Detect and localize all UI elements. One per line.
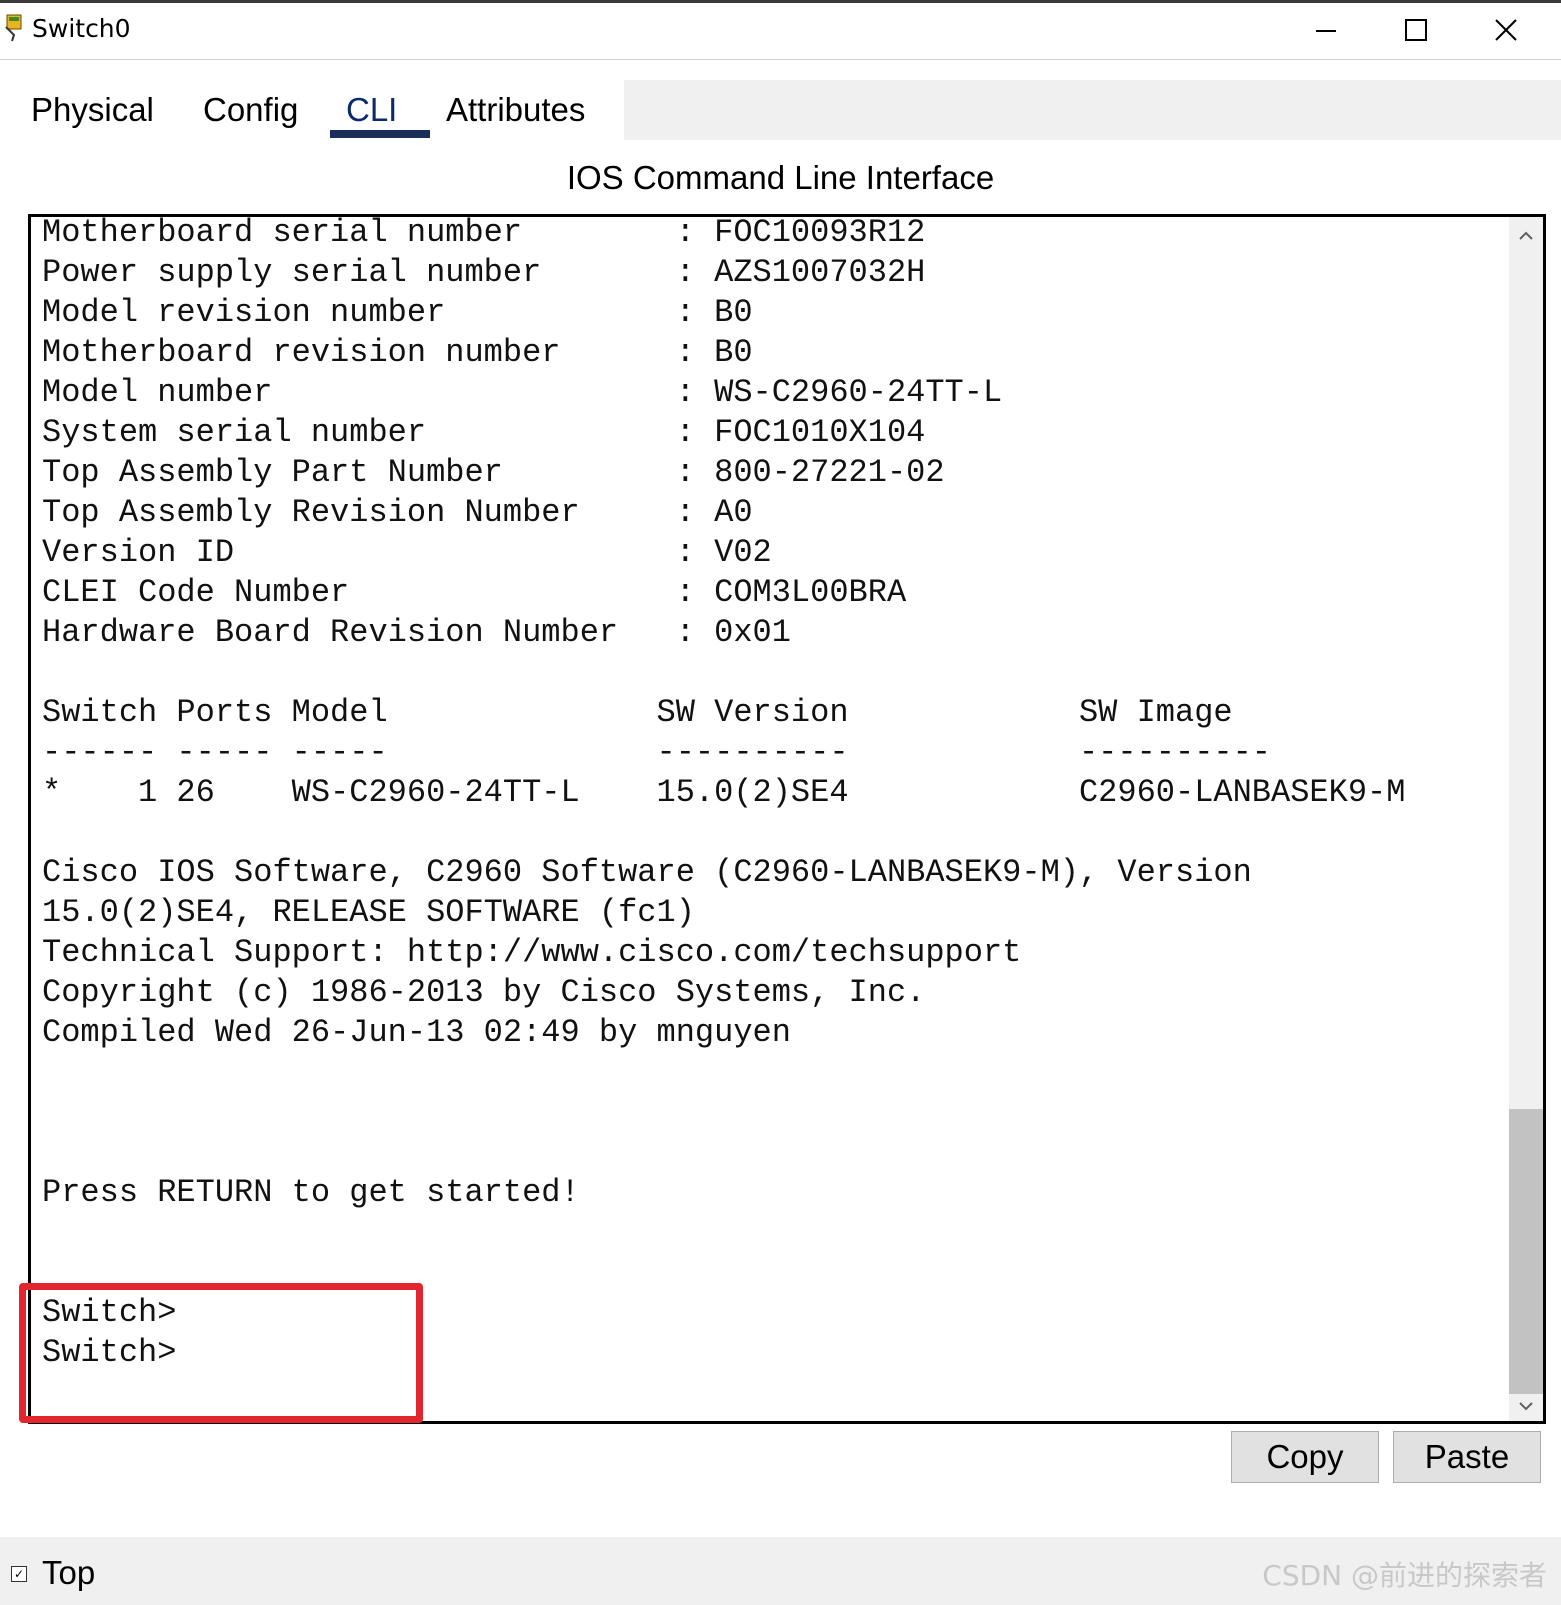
terminal-line: Version ID : V02 (42, 534, 772, 571)
terminal-line: Top Assembly Revision Number : A0 (42, 494, 753, 531)
terminal-line: Model revision number : B0 (42, 294, 753, 331)
copy-button[interactable]: Copy (1231, 1431, 1379, 1483)
tab-cli[interactable]: CLI (346, 90, 397, 130)
cli-terminal[interactable]: Motherboard serial number : FOC10093R12 P… (28, 214, 1546, 1424)
terminal-line: Switch Ports Model SW Version SW Image (42, 694, 1233, 731)
window-title: Switch0 (32, 14, 131, 43)
tab-strip: Physical Config CLI Attributes (7, 80, 1561, 140)
minimize-button[interactable] (1282, 3, 1372, 59)
packet-tracer-app-icon (4, 13, 26, 43)
terminal-line: Top Assembly Part Number : 800-27221-02 (42, 454, 945, 491)
tab-config[interactable]: Config (203, 90, 298, 130)
terminal-line: Hardware Board Revision Number : 0x01 (42, 614, 791, 651)
terminal-line: ------ ----- ----- ---------- ---------- (42, 734, 1271, 771)
terminal-line: Model number : WS-C2960-24TT-L (42, 374, 1003, 411)
tab-attributes[interactable]: Attributes (446, 90, 585, 130)
watermark-text: CSDN @前进的探索者 (1262, 1559, 1547, 1592)
active-tab-indicator (330, 130, 430, 138)
top-checkbox-label: Top (42, 1554, 96, 1591)
paste-button[interactable]: Paste (1393, 1431, 1541, 1483)
terminal-line: Technical Support: http://www.cisco.com/… (42, 934, 1022, 971)
maximize-button[interactable] (1372, 3, 1462, 59)
terminal-output: Motherboard serial number : FOC10093R12 P… (42, 214, 1522, 1373)
scrollbar-thumb[interactable] (1509, 1109, 1543, 1394)
terminal-line: 15.0(2)SE4, RELEASE SOFTWARE (fc1) (42, 894, 695, 931)
close-button[interactable] (1462, 3, 1552, 59)
prompt-highlight-box (19, 1283, 423, 1423)
terminal-line: Motherboard serial number : FOC10093R12 (42, 214, 926, 251)
terminal-line: CLEI Code Number : COM3L00BRA (42, 574, 907, 611)
scroll-up-arrow-icon[interactable] (1516, 229, 1536, 243)
vertical-scrollbar[interactable] (1509, 217, 1543, 1421)
terminal-line: Copyright (c) 1986-2013 by Cisco Systems… (42, 974, 926, 1011)
terminal-line: Compiled Wed 26-Jun-13 02:49 by mnguyen (42, 1014, 791, 1051)
terminal-line: Press RETURN to get started! (42, 1174, 580, 1211)
terminal-line: Cisco IOS Software, C2960 Software (C296… (42, 854, 1252, 891)
scroll-down-arrow-icon[interactable] (1516, 1399, 1536, 1413)
terminal-line: * 1 26 WS-C2960-24TT-L 15.0(2)SE4 C2960-… (42, 774, 1406, 811)
tab-physical[interactable]: Physical (31, 90, 154, 130)
terminal-line: System serial number : FOC1010X104 (42, 414, 926, 451)
terminal-line: Motherboard revision number : B0 (42, 334, 753, 371)
title-bar[interactable]: Switch0 (0, 3, 1561, 60)
terminal-line: Power supply serial number : AZS1007032H (42, 254, 926, 291)
top-checkbox[interactable]: ✓ (11, 1566, 27, 1582)
bottom-bar: ✓ Top CSDN @前进的探索者 (0, 1537, 1561, 1605)
switch-window: Switch0 Physical Config CLI Attributes I… (0, 0, 1561, 1605)
panel-title: IOS Command Line Interface (566, 159, 995, 196)
